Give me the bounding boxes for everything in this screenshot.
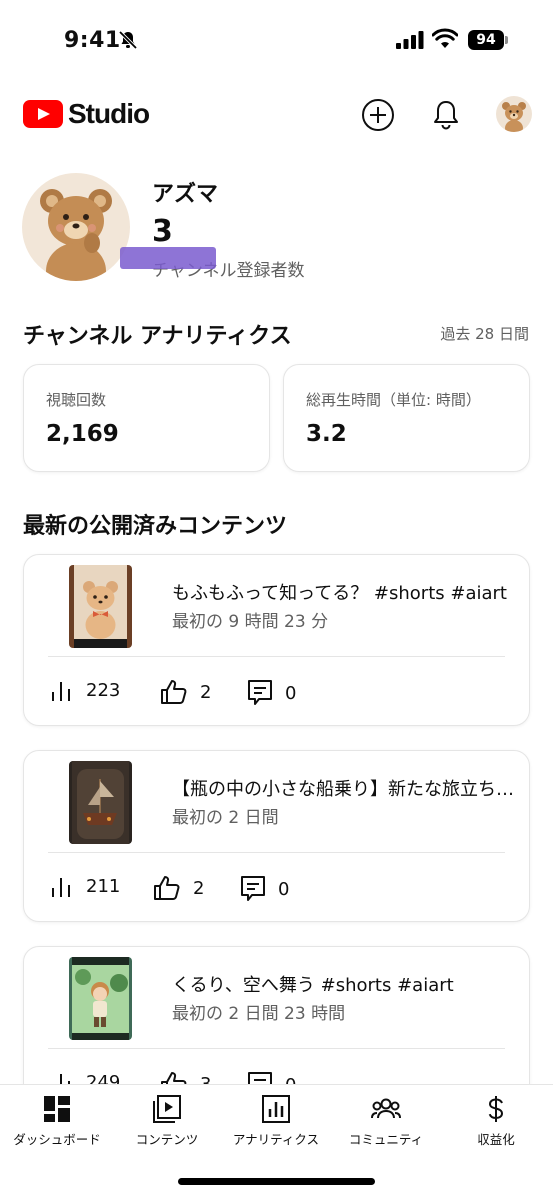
bear-thumbnail-icon — [74, 565, 127, 648]
video-thumbnail — [69, 957, 132, 1040]
card-divider — [48, 852, 505, 853]
video-time: 最初の 2 日間 23 時間 — [172, 1004, 346, 1024]
likes-count: 2 — [200, 681, 212, 703]
channel-avatar[interactable] — [22, 173, 130, 281]
nav-community[interactable]: コミュニティ — [331, 1095, 441, 1148]
community-icon — [371, 1098, 401, 1119]
likes-metric: 2 — [160, 679, 211, 705]
thumbs-up-icon — [161, 680, 187, 704]
content-card[interactable]: もふもふって知ってる？ #shorts #aiart 最初の 9 時間 23 分… — [23, 554, 530, 726]
studio-logo[interactable]: Studio — [23, 98, 150, 130]
views-metric: 223 — [50, 679, 120, 701]
watch-time-label: 総再生時間（単位: 時間） — [306, 391, 481, 409]
views-label: 視聴回数 — [46, 391, 107, 409]
wifi-icon — [432, 28, 458, 48]
account-avatar[interactable] — [496, 96, 532, 132]
bar-chart-icon — [52, 682, 70, 701]
video-title: 【瓶の中の小さな船乗り】新たな旅立ち… — [172, 779, 514, 800]
dashboard-icon — [44, 1096, 70, 1122]
views-count: 223 — [86, 679, 121, 701]
bear-avatar-icon — [502, 102, 526, 132]
thumbs-up-icon — [154, 876, 180, 900]
create-plus-icon[interactable] — [361, 98, 395, 132]
bar-chart-icon — [52, 878, 70, 897]
views-count: 211 — [86, 875, 121, 897]
comments-metric: 0 — [247, 679, 296, 707]
video-title: くるり、空へ舞う #shorts #aiart — [172, 975, 454, 996]
status-time: 9:41 — [64, 28, 121, 53]
comments-count: 0 — [278, 878, 290, 900]
views-metric: 211 — [50, 875, 120, 897]
nav-content[interactable]: コンテンツ — [112, 1095, 222, 1148]
video-thumbnail — [69, 761, 132, 844]
analytics-title: チャンネル アナリティクス — [23, 324, 292, 349]
ship-bottle-thumbnail-icon — [72, 761, 129, 844]
battery-indicator: 94 — [468, 30, 504, 50]
logo-text: Studio — [68, 98, 150, 129]
recent-content-title: 最新の公開済みコンテンツ — [23, 514, 288, 539]
bear-channel-icon — [40, 189, 112, 281]
home-indicator — [178, 1178, 375, 1185]
comments-count: 0 — [285, 682, 297, 704]
analytics-period: 過去 28 日間 — [440, 325, 529, 343]
nav-dashboard[interactable]: ダッシュボード — [2, 1095, 112, 1148]
nav-analytics[interactable]: アナリティクス — [221, 1095, 331, 1148]
app-header: Studio — [0, 90, 553, 140]
redaction-mark — [120, 247, 216, 269]
nav-earn[interactable]: 収益化 — [441, 1095, 551, 1148]
views-value: 2,169 — [46, 421, 119, 447]
signal-icon — [396, 31, 424, 49]
comment-icon — [241, 876, 265, 901]
content-card[interactable]: 【瓶の中の小さな船乗り】新たな旅立ち… 最初の 2 日間 211 2 0 — [23, 750, 530, 922]
watch-time-card[interactable]: 総再生時間（単位: 時間） 3.2 — [283, 364, 530, 472]
notifications-bell-icon[interactable] — [429, 98, 463, 132]
card-divider — [48, 1048, 505, 1049]
video-thumbnail — [69, 565, 132, 648]
youtube-play-icon — [23, 100, 63, 128]
video-time: 最初の 2 日間 — [172, 808, 279, 828]
video-time: 最初の 9 時間 23 分 — [172, 612, 329, 632]
video-title: もふもふって知ってる？ #shorts #aiart — [172, 583, 507, 604]
nav-content-label: コンテンツ — [135, 1132, 199, 1147]
card-divider — [48, 656, 505, 657]
status-bar: 9:41 94 — [0, 0, 553, 80]
subscriber-count: 3 — [152, 214, 173, 249]
bell-off-icon — [118, 30, 138, 50]
nav-earn-label: 収益化 — [477, 1132, 515, 1147]
views-card[interactable]: 視聴回数 2,169 — [23, 364, 270, 472]
comment-icon — [248, 680, 272, 705]
content-library-icon — [153, 1095, 181, 1123]
nav-dashboard-label: ダッシュボード — [13, 1132, 101, 1147]
channel-name: アズマ — [152, 182, 219, 207]
nav-analytics-label: アナリティクス — [232, 1132, 320, 1147]
likes-count: 2 — [193, 877, 205, 899]
watch-time-value: 3.2 — [306, 421, 347, 447]
dollar-icon — [488, 1096, 504, 1122]
likes-metric: 2 — [153, 875, 204, 901]
battery-tip — [505, 36, 508, 44]
character-thumbnail-icon — [72, 957, 129, 1040]
analytics-icon — [262, 1095, 290, 1123]
nav-community-label: コミュニティ — [348, 1132, 424, 1147]
comments-metric: 0 — [240, 875, 289, 903]
